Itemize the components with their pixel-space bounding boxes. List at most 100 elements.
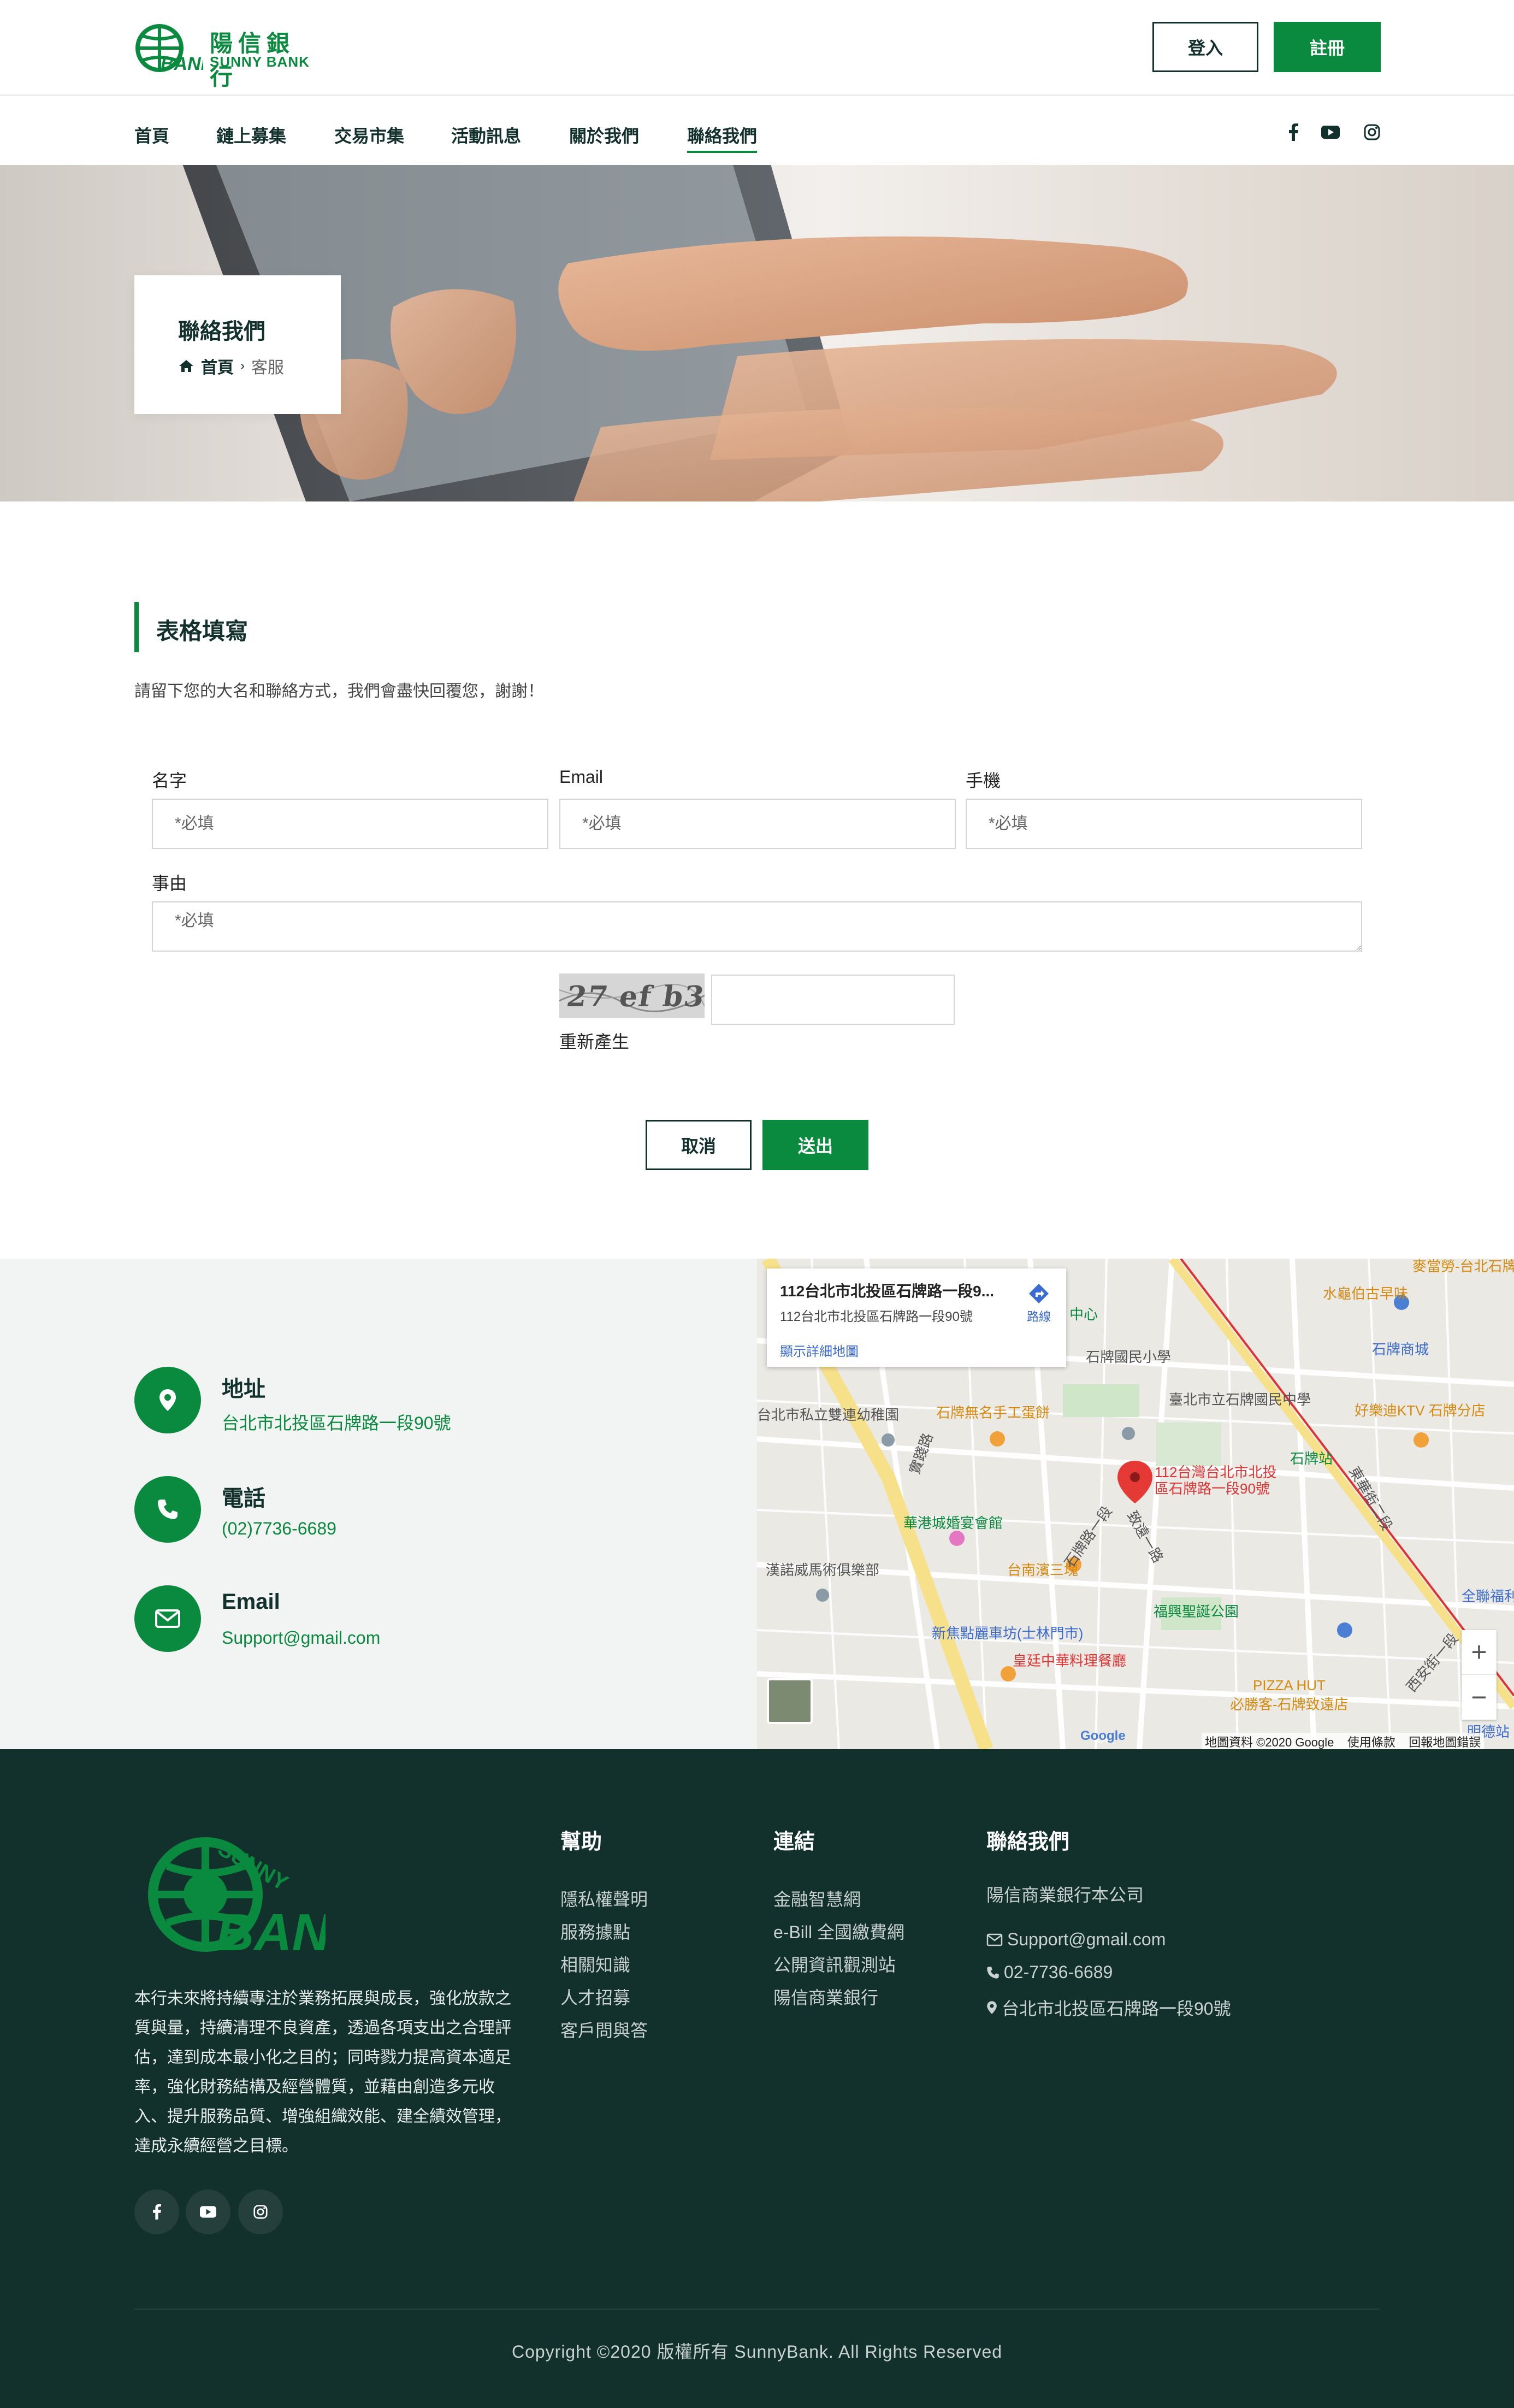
footer-help-link[interactable]: 客戶問與答 <box>560 2017 648 2042</box>
phone-icon <box>134 1476 201 1543</box>
copyright-text: Copyright ©2020 版權所有 SunnyBank. All Righ… <box>511 2342 1003 2362</box>
email-input[interactable] <box>559 799 956 849</box>
svg-text:BANK: BANK <box>216 1903 326 1958</box>
address-title: 地址 <box>222 1377 265 1401</box>
email-title: Email <box>222 1590 280 1614</box>
nav-item-home[interactable]: 首頁 <box>134 122 169 147</box>
footer-links-title: 連結 <box>773 1831 815 1854</box>
chevron-right-icon: › <box>240 358 245 373</box>
footer-contact-title: 聯絡我們 <box>986 1831 1070 1854</box>
footer-help-link[interactable]: 相關知識 <box>560 1951 630 1976</box>
footer-external-link[interactable]: 公開資訊觀測站 <box>773 1951 896 1976</box>
footer-external-link[interactable]: 金融智慧網 <box>773 1886 861 1911</box>
map-place-label: 石牌站 <box>1290 1450 1333 1467</box>
footer-contact-address: 台北市北投區石牌路一段90號 <box>986 1995 1231 2020</box>
name-input[interactable] <box>152 799 548 849</box>
submit-button[interactable]: 送出 <box>762 1120 868 1170</box>
location-pin-icon <box>134 1367 201 1433</box>
footer-contact-email[interactable]: Support@gmail.com <box>986 1929 1166 1950</box>
breadcrumb-current: 客服 <box>251 359 284 377</box>
nav-item-events[interactable]: 活動訊息 <box>451 122 521 147</box>
footer-external-link[interactable]: 陽信商業銀行 <box>773 1984 878 2009</box>
map-place-label: PIZZA HUT <box>1253 1677 1326 1693</box>
nav-item-crowdfunding[interactable]: 鏈上募集 <box>216 122 286 147</box>
map-terms-link[interactable]: 使用條款 <box>1347 1736 1395 1749</box>
map-place-label: 好樂迪KTV 石牌分店 <box>1355 1402 1486 1419</box>
email-value[interactable]: Support@gmail.com <box>222 1628 380 1648</box>
footer-divider <box>134 2309 1380 2310</box>
site-logo[interactable]: BANK 陽信銀行 SUNNY BANK <box>133 23 319 90</box>
register-button[interactable]: 註冊 <box>1274 22 1381 72</box>
envelope-icon <box>986 1933 1003 1946</box>
map-place-label: 必勝客-石牌致遠店 <box>1230 1696 1349 1713</box>
map-place-label: 中心 <box>1069 1306 1098 1323</box>
address-value: 台北市北投區石牌路一段90號 <box>222 1413 451 1433</box>
zoom-out-button[interactable]: − <box>1462 1675 1497 1720</box>
map-card-address: 112台北市北投區石牌路一段90號 <box>780 1309 973 1324</box>
phone-label: 手機 <box>966 771 1001 790</box>
location-pin-icon <box>987 2001 997 2014</box>
map-place-label: 麥當勞-台北石牌 <box>1412 1259 1514 1274</box>
cancel-button[interactable]: 取消 <box>646 1120 752 1170</box>
phone-title: 電話 <box>222 1486 265 1510</box>
svg-text:BANK: BANK <box>161 54 203 73</box>
map-place-label: 漢諾威馬術俱樂部 <box>766 1562 880 1578</box>
email-label: Email <box>559 767 604 787</box>
youtube-icon[interactable] <box>186 2189 230 2234</box>
phone-value[interactable]: (02)7736-6689 <box>222 1519 336 1539</box>
map-place-label: 福興聖誕公園 <box>1154 1603 1239 1620</box>
footer-help-link[interactable]: 服務據點 <box>560 1919 630 1944</box>
logo-english-name: SUNNY BANK <box>210 54 310 70</box>
directions-button[interactable]: 路線 <box>1022 1283 1055 1325</box>
form-description: 請留下您的大名和聯絡方式，我們會盡快回覆您，謝謝！ <box>134 682 544 700</box>
facebook-icon[interactable] <box>1281 120 1305 144</box>
page-title: 聯絡我們 <box>178 320 265 344</box>
form-section-title: 表格填寫 <box>156 618 249 644</box>
youtube-icon[interactable] <box>1318 120 1343 144</box>
map-place-label: 水龜伯古早味 <box>1323 1285 1409 1302</box>
map-info-card: 112台北市北投區石牌路一段9... 112台北市北投區石牌路一段90號 顯示詳… <box>767 1268 1066 1367</box>
name-label: 名字 <box>152 771 187 790</box>
map-place-label: 石牌國民小學 <box>1086 1349 1172 1365</box>
nav-item-contact[interactable]: 聯絡我們 <box>687 122 758 153</box>
nav-item-about[interactable]: 關於我們 <box>569 122 639 147</box>
footer-contact-phone[interactable]: 02-7736-6689 <box>986 1962 1113 1982</box>
phone-input[interactable] <box>966 799 1362 849</box>
facebook-icon[interactable] <box>134 2189 179 2234</box>
globe-logo-icon: BANK <box>135 24 203 73</box>
zoom-in-button[interactable]: + <box>1462 1630 1497 1675</box>
breadcrumb: 首頁 › 客服 <box>178 354 284 378</box>
map-place-label: 台北市私立雙連幼稚園 <box>757 1407 900 1423</box>
page-title-card: 聯絡我們 首頁 › 客服 <box>134 275 341 414</box>
subject-textarea[interactable] <box>152 901 1362 952</box>
footer-help-title: 幫助 <box>560 1831 602 1854</box>
google-watermark: Google <box>1080 1728 1126 1743</box>
footer-external-link[interactable]: e-Bill 全國繳費網 <box>773 1919 904 1944</box>
captcha-text: 27 ef b3 <box>564 980 705 1013</box>
instagram-icon[interactable] <box>1360 120 1384 144</box>
nav-item-market[interactable]: 交易市集 <box>334 122 404 147</box>
footer-help-link[interactable]: 隱私權聲明 <box>560 1886 648 1911</box>
footer-help-link[interactable]: 人才招募 <box>560 1984 630 2009</box>
main-navigation: 首頁 鏈上募集 交易市集 活動訊息 關於我們 聯絡我們 <box>0 96 1514 165</box>
map-report-link[interactable]: 回報地圖錯誤 <box>1409 1736 1481 1749</box>
login-button[interactable]: 登入 <box>1152 22 1258 72</box>
map-attribution: 地圖資料 ©2020 Google 使用條款 回報地圖錯誤 <box>1202 1733 1485 1750</box>
subject-label: 事由 <box>152 874 187 893</box>
regenerate-captcha-link[interactable]: 重新產生 <box>559 1028 629 1053</box>
contact-info-panel <box>0 1259 757 1749</box>
directions-icon <box>1029 1284 1049 1303</box>
envelope-icon <box>134 1585 201 1652</box>
map-place-label: 臺北市立石牌國民中學 <box>1169 1391 1311 1408</box>
captcha-input[interactable] <box>711 975 955 1025</box>
section-title-accent <box>134 602 139 652</box>
map-card-detail-link[interactable]: 顯示詳細地圖 <box>780 1341 859 1360</box>
map-place-label: 華港城婚宴會館 <box>903 1515 1003 1531</box>
footer-company-name: 陽信商業銀行本公司 <box>986 1885 1144 1905</box>
breadcrumb-home-link[interactable]: 首頁 <box>201 354 234 378</box>
instagram-icon[interactable] <box>238 2189 283 2234</box>
footer-logo: BANK SUNNY <box>148 1837 326 1958</box>
footer-about-text: 本行未來將持續專注於業務拓展與成長，強化放款之質與量，持續清理不良資產，透過各項… <box>134 1990 511 2155</box>
home-icon <box>179 360 193 372</box>
map-place-label: 全聯福利中心 <box>1462 1588 1514 1604</box>
